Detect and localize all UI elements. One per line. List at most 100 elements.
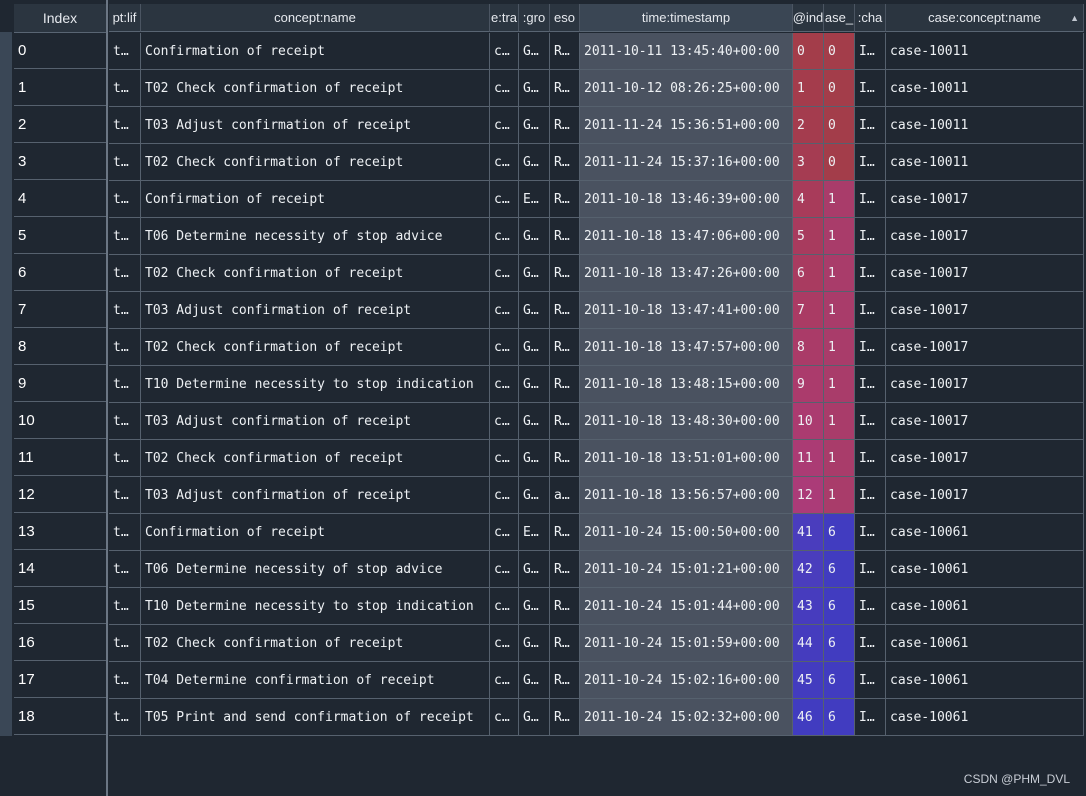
cell-change[interactable]: I… [855,699,886,736]
cell-case[interactable]: case-10061 [886,588,1084,625]
cell-case_idx[interactable]: 6 [824,588,855,625]
cell-lifecycle[interactable]: t… [109,440,141,477]
row-index-cell[interactable]: 4 [14,181,106,217]
cell-resource[interactable]: R… [550,107,580,144]
cell-resource[interactable]: R… [550,255,580,292]
cell-change[interactable]: I… [855,662,886,699]
cell-name[interactable]: T02 Check confirmation of receipt [141,625,490,662]
cell-case[interactable]: case-10017 [886,329,1084,366]
cell-group[interactable]: G… [519,403,550,440]
cell-change[interactable]: I… [855,218,886,255]
cell-name[interactable]: Confirmation of receipt [141,181,490,218]
cell-case[interactable]: case-10017 [886,181,1084,218]
cell-index[interactable]: 43 [793,588,824,625]
cell-change[interactable]: I… [855,625,886,662]
cell-trans[interactable]: c… [490,33,519,70]
column-header-change[interactable]: :cha [855,4,886,32]
cell-trans[interactable]: c… [490,329,519,366]
cell-group[interactable]: G… [519,440,550,477]
cell-case[interactable]: case-10017 [886,218,1084,255]
cell-lifecycle[interactable]: t… [109,329,141,366]
cell-name[interactable]: Confirmation of receipt [141,514,490,551]
row-index-cell[interactable]: 8 [14,329,106,365]
cell-timestamp[interactable]: 2011-10-24 15:00:50+00:00 [580,514,793,551]
cell-resource[interactable]: R… [550,403,580,440]
cell-case_idx[interactable]: 1 [824,329,855,366]
cell-trans[interactable]: c… [490,403,519,440]
cell-trans[interactable]: c… [490,477,519,514]
cell-group[interactable]: G… [519,255,550,292]
cell-resource[interactable]: R… [550,33,580,70]
cell-timestamp[interactable]: 2011-11-24 15:37:16+00:00 [580,144,793,181]
cell-index[interactable]: 42 [793,551,824,588]
cell-trans[interactable]: c… [490,255,519,292]
cell-case[interactable]: case-10061 [886,551,1084,588]
cell-name[interactable]: T06 Determine necessity of stop advice [141,551,490,588]
cell-case[interactable]: case-10017 [886,292,1084,329]
cell-group[interactable]: G… [519,33,550,70]
cell-name[interactable]: T02 Check confirmation of receipt [141,440,490,477]
cell-resource[interactable]: R… [550,440,580,477]
cell-timestamp[interactable]: 2011-10-24 15:02:16+00:00 [580,662,793,699]
cell-lifecycle[interactable]: t… [109,625,141,662]
column-header-trans[interactable]: e:tra [490,4,519,32]
cell-index[interactable]: 11 [793,440,824,477]
cell-change[interactable]: I… [855,477,886,514]
cell-change[interactable]: I… [855,366,886,403]
cell-timestamp[interactable]: 2011-10-18 13:48:15+00:00 [580,366,793,403]
cell-timestamp[interactable]: 2011-10-18 13:56:57+00:00 [580,477,793,514]
cell-change[interactable]: I… [855,144,886,181]
cell-trans[interactable]: c… [490,699,519,736]
cell-case_idx[interactable]: 0 [824,107,855,144]
cell-lifecycle[interactable]: t… [109,477,141,514]
cell-lifecycle[interactable]: t… [109,366,141,403]
cell-index[interactable]: 7 [793,292,824,329]
cell-timestamp[interactable]: 2011-10-24 15:01:21+00:00 [580,551,793,588]
row-selector-gutter[interactable] [0,32,12,736]
cell-timestamp[interactable]: 2011-10-11 13:45:40+00:00 [580,33,793,70]
cell-change[interactable]: I… [855,403,886,440]
row-index-cell[interactable]: 10 [14,403,106,439]
cell-name[interactable]: T03 Adjust confirmation of receipt [141,403,490,440]
cell-timestamp[interactable]: 2011-10-18 13:47:06+00:00 [580,218,793,255]
cell-resource[interactable]: R… [550,70,580,107]
cell-change[interactable]: I… [855,70,886,107]
cell-resource[interactable]: R… [550,366,580,403]
cell-index[interactable]: 5 [793,218,824,255]
cell-case_idx[interactable]: 6 [824,699,855,736]
row-index-cell[interactable]: 6 [14,255,106,291]
cell-index[interactable]: 4 [793,181,824,218]
row-index-cell[interactable]: 15 [14,588,106,624]
cell-case[interactable]: case-10011 [886,107,1084,144]
cell-index[interactable]: 8 [793,329,824,366]
cell-name[interactable]: T04 Determine confirmation of receipt [141,662,490,699]
cell-group[interactable]: G… [519,625,550,662]
cell-lifecycle[interactable]: t… [109,144,141,181]
cell-case_idx[interactable]: 1 [824,181,855,218]
cell-resource[interactable]: R… [550,329,580,366]
row-index-cell[interactable]: 14 [14,551,106,587]
cell-case_idx[interactable]: 1 [824,477,855,514]
cell-case_idx[interactable]: 6 [824,662,855,699]
cell-name[interactable]: T06 Determine necessity of stop advice [141,218,490,255]
cell-case_idx[interactable]: 0 [824,33,855,70]
cell-index[interactable]: 0 [793,33,824,70]
cell-timestamp[interactable]: 2011-10-18 13:47:41+00:00 [580,292,793,329]
cell-trans[interactable]: c… [490,625,519,662]
cell-group[interactable]: G… [519,144,550,181]
cell-resource[interactable]: R… [550,551,580,588]
cell-name[interactable]: T10 Determine necessity to stop indicati… [141,588,490,625]
cell-change[interactable]: I… [855,255,886,292]
cell-index[interactable]: 10 [793,403,824,440]
cell-index[interactable]: 3 [793,144,824,181]
column-header-lifecycle[interactable]: pt:lif [109,4,141,32]
cell-index[interactable]: 44 [793,625,824,662]
cell-timestamp[interactable]: 2011-10-18 13:51:01+00:00 [580,440,793,477]
cell-group[interactable]: G… [519,588,550,625]
cell-change[interactable]: I… [855,588,886,625]
cell-case_idx[interactable]: 6 [824,625,855,662]
column-header-case_idx[interactable]: ase_ [824,4,855,32]
cell-timestamp[interactable]: 2011-10-18 13:48:30+00:00 [580,403,793,440]
cell-name[interactable]: T02 Check confirmation of receipt [141,144,490,181]
cell-timestamp[interactable]: 2011-10-24 15:02:32+00:00 [580,699,793,736]
